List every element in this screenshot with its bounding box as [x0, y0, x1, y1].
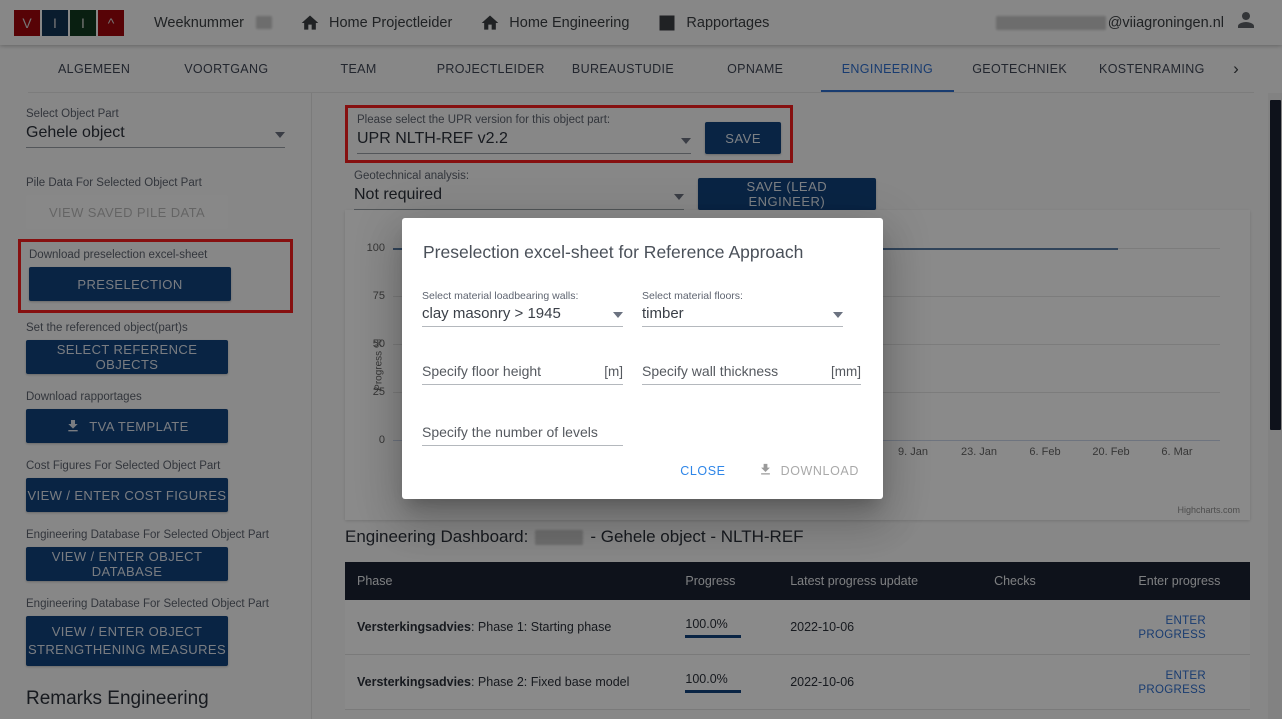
page-root: V I I ^ Weeknummer Home Projectleider Ho	[0, 0, 1282, 719]
levels-placeholder: Specify the number of levels	[422, 424, 598, 440]
floor-height-input[interactable]: Specify floor height [m]	[422, 363, 623, 385]
material-floors-value: timber	[642, 305, 684, 322]
material-floors-field: Select material floors: timber	[642, 290, 843, 327]
floor-height-placeholder: Specify floor height	[422, 363, 542, 379]
chevron-down-icon	[833, 312, 843, 318]
wall-thickness-input[interactable]: Specify wall thickness [mm]	[642, 363, 861, 385]
close-button[interactable]: CLOSE	[676, 458, 729, 484]
dialog-actions: CLOSE DOWNLOAD	[676, 456, 863, 486]
wall-thickness-field: Specify wall thickness [mm]	[642, 363, 861, 385]
material-walls-label: Select material loadbearing walls:	[422, 290, 579, 302]
wall-thickness-placeholder: Specify wall thickness	[642, 363, 779, 379]
download-label: DOWNLOAD	[780, 464, 859, 478]
floor-height-unit: [m]	[604, 364, 623, 379]
dialog-dimensions-row: Specify floor height [m] Specify wall th…	[422, 363, 863, 385]
wall-thickness-unit: [mm]	[831, 364, 861, 379]
download-icon	[758, 462, 773, 480]
chevron-down-icon	[613, 312, 623, 318]
levels-field: Specify the number of levels	[422, 424, 623, 446]
material-floors-label: Select material floors:	[642, 290, 743, 302]
material-floors-select[interactable]: timber	[642, 305, 843, 327]
material-walls-select[interactable]: clay masonry > 1945	[422, 305, 623, 327]
material-walls-value: clay masonry > 1945	[422, 305, 561, 322]
preselection-dialog: Preselection excel-sheet for Reference A…	[402, 218, 883, 499]
levels-input[interactable]: Specify the number of levels	[422, 424, 623, 446]
dialog-levels-row: Specify the number of levels	[422, 424, 863, 446]
floor-height-field: Specify floor height [m]	[422, 363, 623, 385]
download-button[interactable]: DOWNLOAD	[754, 456, 863, 486]
material-walls-field: Select material loadbearing walls: clay …	[422, 290, 623, 327]
dialog-title: Preselection excel-sheet for Reference A…	[423, 242, 804, 262]
dialog-material-row: Select material loadbearing walls: clay …	[422, 290, 863, 327]
